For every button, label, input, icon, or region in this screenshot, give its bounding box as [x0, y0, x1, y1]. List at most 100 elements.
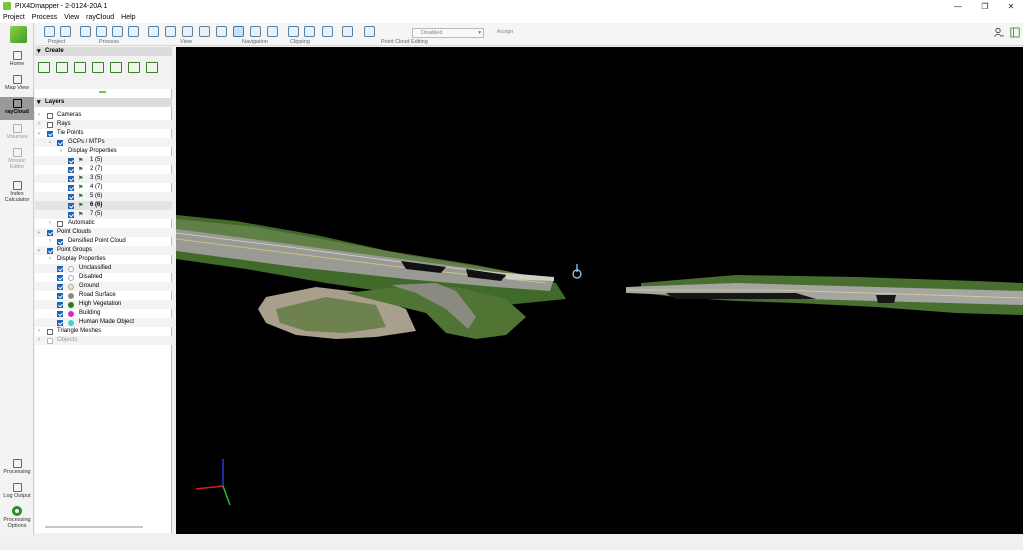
- gcp-item[interactable]: ⚑ 7 (5): [35, 210, 172, 219]
- clipping-pencil-icon[interactable]: [322, 26, 333, 37]
- classification-select[interactable]: Disabled: [412, 28, 484, 38]
- nav-raycloud[interactable]: rayCloud: [0, 97, 34, 120]
- gcp-checkbox[interactable]: [68, 167, 74, 173]
- edit-color-swatch-icon[interactable]: [364, 26, 375, 37]
- layer-rays[interactable]: › Rays: [35, 120, 172, 129]
- layer-triangle-meshes[interactable]: › Triangle Meshes: [35, 327, 172, 336]
- gcp-checkbox[interactable]: [68, 194, 74, 200]
- expand-icon[interactable]: ›: [47, 255, 53, 264]
- expand-icon[interactable]: ›: [36, 327, 42, 336]
- point-group-road-surface[interactable]: Road Surface: [35, 291, 172, 300]
- expand-icon[interactable]: ›: [47, 237, 53, 246]
- gcp-item-selected[interactable]: ⚑ 6 (6): [35, 201, 172, 210]
- create-grid-icon[interactable]: [146, 62, 158, 73]
- layer-objects-checkbox[interactable]: [47, 338, 53, 344]
- raycloud-3d-viewport[interactable]: [176, 47, 1023, 534]
- create-surface-icon[interactable]: [38, 62, 50, 73]
- point-group-disabled[interactable]: Disabled: [35, 273, 172, 282]
- layers-section-header[interactable]: Layers: [35, 98, 172, 107]
- layer-densified-checkbox[interactable]: [57, 239, 63, 245]
- layer-automatic-checkbox[interactable]: [57, 221, 63, 227]
- layer-point-clouds-checkbox[interactable]: [47, 230, 53, 236]
- layer-cameras-checkbox[interactable]: [47, 113, 53, 119]
- point-group-high-vegetation[interactable]: High Vegetation: [35, 300, 172, 309]
- gcp-item[interactable]: ⚑ 3 (5): [35, 174, 172, 183]
- nav-home[interactable]: Home: [0, 51, 34, 73]
- gcp-item[interactable]: ⚑ 4 (7): [35, 183, 172, 192]
- clipping-edit-icon[interactable]: [304, 26, 315, 37]
- gcp-checkbox[interactable]: [68, 203, 74, 209]
- view-options-icon[interactable]: [216, 26, 227, 37]
- point-group-checkbox[interactable]: [57, 302, 63, 308]
- zoom-in-icon[interactable]: [148, 26, 159, 37]
- create-measure-icon[interactable]: [128, 62, 140, 73]
- gcp-checkbox[interactable]: [68, 185, 74, 191]
- nav-processing-options[interactable]: Processing Options: [0, 506, 34, 534]
- menu-process[interactable]: Process: [32, 14, 57, 21]
- expand-icon[interactable]: ›: [36, 111, 42, 120]
- project-gcp-icon[interactable]: [60, 26, 71, 37]
- user-account-icon[interactable]: [994, 27, 1004, 38]
- menu-raycloud[interactable]: rayCloud: [86, 14, 114, 21]
- collapse-icon[interactable]: ⌄: [47, 138, 53, 147]
- navigate-firstperson-icon[interactable]: [250, 26, 261, 37]
- expand-icon[interactable]: ›: [36, 336, 42, 345]
- create-section-header[interactable]: Create: [35, 47, 172, 56]
- layer-tie-points[interactable]: ⌄ Tie Points: [35, 129, 172, 138]
- layer-automatic[interactable]: › Automatic: [35, 219, 172, 228]
- process-export-icon[interactable]: [128, 26, 139, 37]
- assign-button[interactable]: Assign: [490, 27, 520, 38]
- nav-map-view[interactable]: Map View: [0, 75, 34, 97]
- nav-volumes[interactable]: Volumes: [0, 124, 34, 146]
- gcp-marker-icon[interactable]: [572, 264, 582, 279]
- layer-point-groups[interactable]: ⌄ Point Groups: [35, 246, 172, 255]
- nav-log-output[interactable]: Log Output: [0, 483, 34, 504]
- layer-gcps-mtps[interactable]: ⌄ GCPs / MTPs: [35, 138, 172, 147]
- create-volume-icon[interactable]: [92, 62, 104, 73]
- panel-horizontal-scrollbar[interactable]: [45, 526, 143, 528]
- layer-objects[interactable]: › Objects: [35, 336, 172, 345]
- layer-densified-point-cloud[interactable]: › Densified Point Cloud: [35, 237, 172, 246]
- close-button[interactable]: ✕: [999, 0, 1023, 12]
- panel-splitter[interactable]: [99, 91, 106, 93]
- create-camera-icon[interactable]: [110, 62, 122, 73]
- nav-index-calculator[interactable]: Index Calculator: [0, 181, 34, 209]
- project-open-icon[interactable]: [44, 26, 55, 37]
- layer-cameras[interactable]: › Cameras: [35, 111, 172, 120]
- layer-rays-checkbox[interactable]: [47, 122, 53, 128]
- collapse-icon[interactable]: ⌄: [36, 129, 42, 138]
- navigate-fly-icon[interactable]: [267, 26, 278, 37]
- layer-tie-points-checkbox[interactable]: [47, 131, 53, 137]
- layer-point-groups-checkbox[interactable]: [47, 248, 53, 254]
- gcp-checkbox[interactable]: [68, 212, 74, 218]
- expand-icon[interactable]: ›: [58, 147, 64, 156]
- point-group-checkbox[interactable]: [57, 320, 63, 326]
- point-group-checkbox[interactable]: [57, 275, 63, 281]
- nav-processing[interactable]: Processing: [0, 459, 34, 480]
- layout-icon[interactable]: [1010, 27, 1020, 38]
- process-files-icon[interactable]: [112, 26, 123, 37]
- point-group-building[interactable]: Building: [35, 309, 172, 318]
- gcp-checkbox[interactable]: [68, 176, 74, 182]
- gcp-checkbox[interactable]: [68, 158, 74, 164]
- create-polyline-icon[interactable]: [56, 62, 68, 73]
- menu-view[interactable]: View: [64, 14, 79, 21]
- layer-gcps-checkbox[interactable]: [57, 140, 63, 146]
- zoom-fit-icon[interactable]: [182, 26, 193, 37]
- point-group-human-made-object[interactable]: Human Made Object: [35, 318, 172, 327]
- layer-point-clouds[interactable]: ⌄ Point Clouds: [35, 228, 172, 237]
- menu-project[interactable]: Project: [3, 14, 25, 21]
- gcps-display-properties[interactable]: › Display Properties: [35, 147, 172, 156]
- gcp-item[interactable]: ⚑ 1 (5): [35, 156, 172, 165]
- point-group-unclassified[interactable]: Unclassified: [35, 264, 172, 273]
- point-group-checkbox[interactable]: [57, 284, 63, 290]
- process-report-icon[interactable]: [96, 26, 107, 37]
- clipping-box-icon[interactable]: [288, 26, 299, 37]
- point-group-checkbox[interactable]: [57, 293, 63, 299]
- create-axis-icon[interactable]: [74, 62, 86, 73]
- point-group-checkbox[interactable]: [57, 266, 63, 272]
- maximize-button[interactable]: ❐: [973, 0, 997, 12]
- point-group-ground[interactable]: Ground: [35, 282, 172, 291]
- process-run-icon[interactable]: [80, 26, 91, 37]
- minimize-button[interactable]: —: [946, 0, 970, 12]
